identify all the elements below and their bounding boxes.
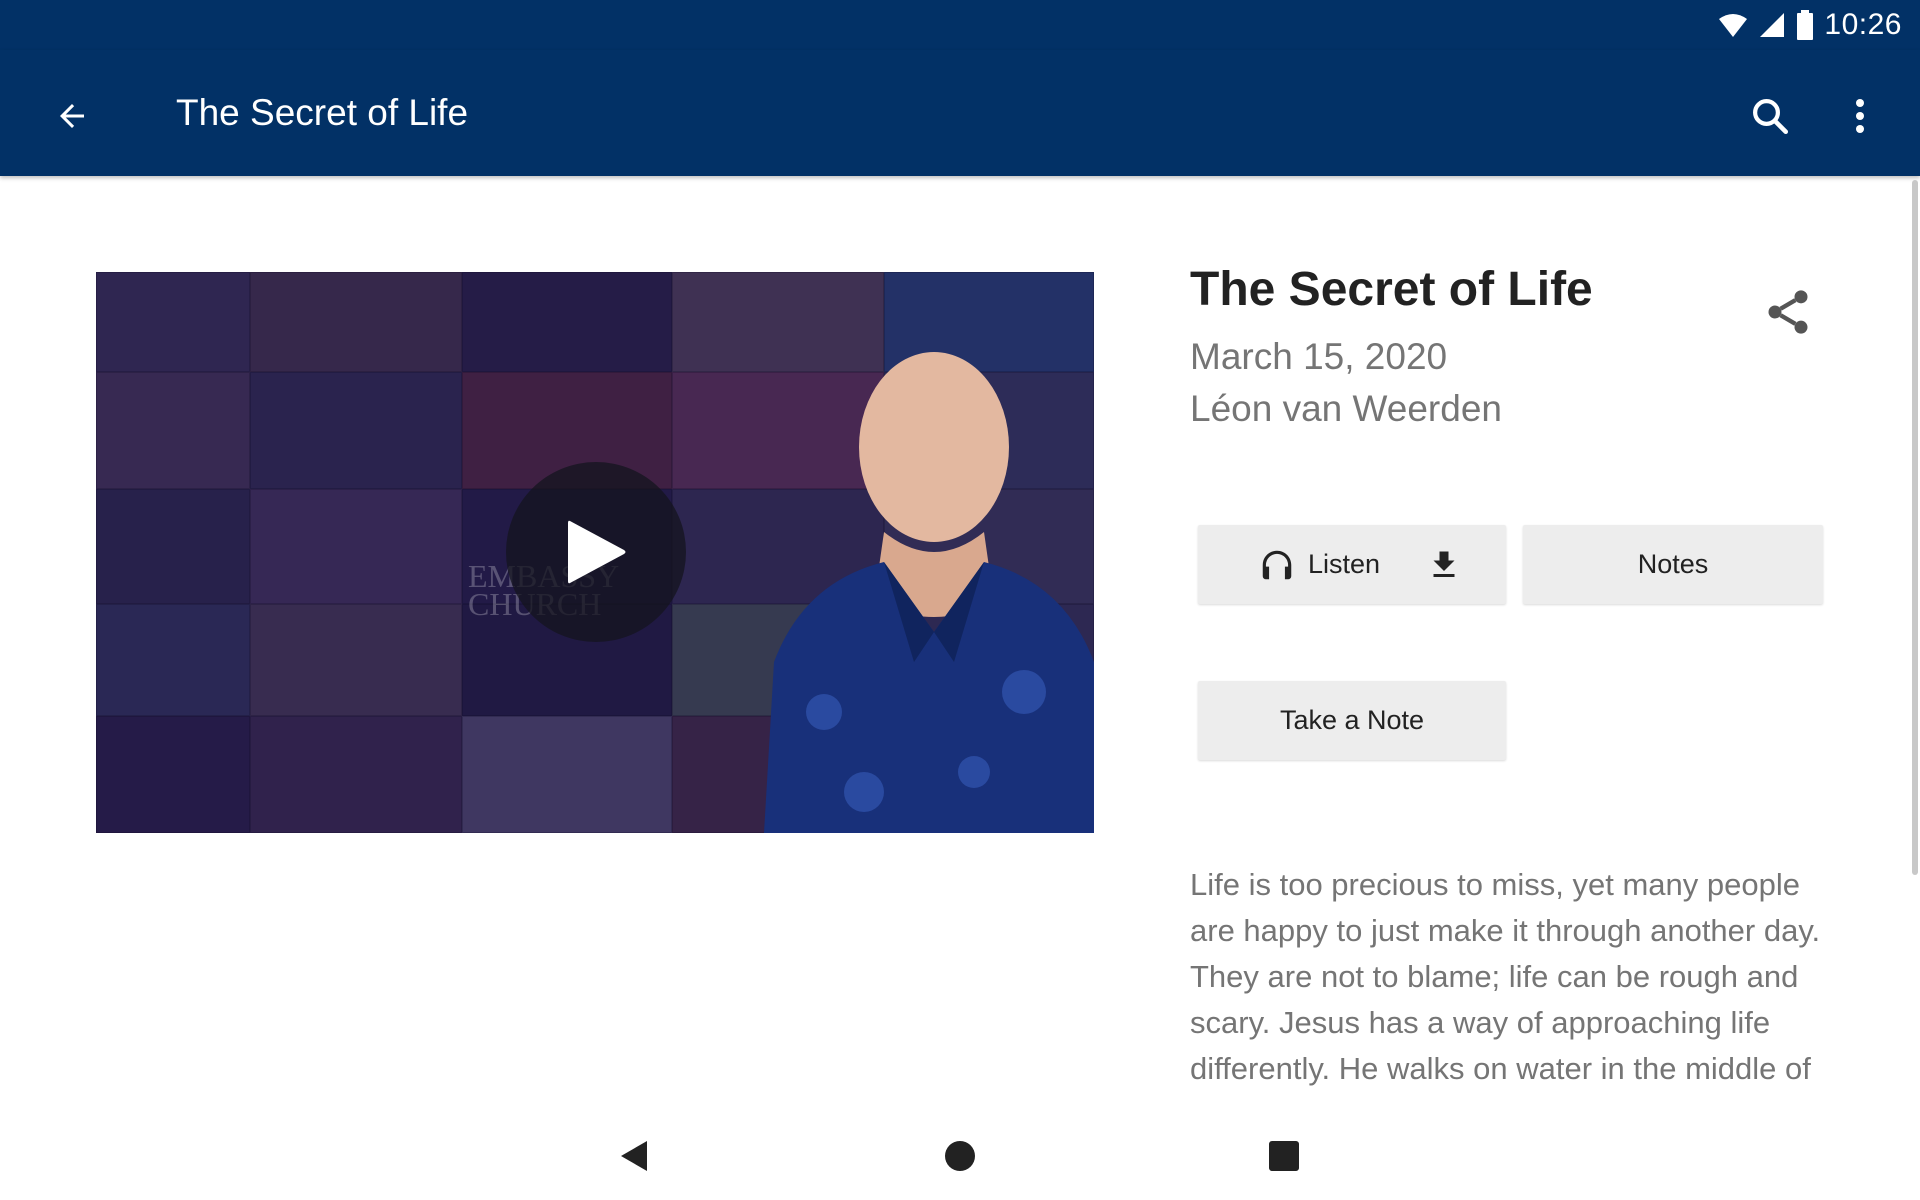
sermon-date: March 15, 2020 xyxy=(1190,336,1448,377)
notes-button[interactable]: Notes xyxy=(1523,525,1823,604)
more-options-button[interactable] xyxy=(1832,88,1888,144)
headphones-icon xyxy=(1258,546,1296,584)
more-vert-icon xyxy=(1856,99,1864,133)
app-bar-title: The Secret of Life xyxy=(176,92,469,133)
nav-home-button[interactable] xyxy=(932,1128,988,1184)
nav-back-icon xyxy=(621,1141,647,1171)
nav-recents-icon xyxy=(1269,1141,1299,1171)
back-arrow-icon xyxy=(60,104,84,128)
search-icon xyxy=(1753,99,1789,135)
nav-home-icon xyxy=(945,1141,975,1171)
nav-recents-button[interactable] xyxy=(1256,1128,1312,1184)
speaker-photo xyxy=(764,352,1094,833)
listen-button[interactable]: Listen xyxy=(1198,525,1506,604)
status-bar: 10:26 xyxy=(0,0,1920,50)
take-note-label: Take a Note xyxy=(1279,705,1425,735)
sermon-speaker: Léon van Weerden xyxy=(1190,388,1502,429)
notes-label: Notes xyxy=(1637,549,1709,579)
battery-icon xyxy=(1797,10,1814,40)
play-icon xyxy=(568,520,626,584)
system-nav-bar xyxy=(0,1108,1920,1200)
back-button[interactable] xyxy=(44,88,100,144)
nav-back-button[interactable] xyxy=(606,1128,662,1184)
sermon-title: The Secret of Life xyxy=(1190,263,1593,316)
wifi-icon xyxy=(1719,14,1748,37)
share-button[interactable] xyxy=(1756,280,1820,344)
status-icons: 10:26 xyxy=(1718,8,1902,42)
app-bar: The Secret of Life xyxy=(0,50,1920,176)
play-button[interactable] xyxy=(506,462,686,642)
search-button[interactable] xyxy=(1742,88,1798,144)
share-icon xyxy=(1768,290,1808,334)
listen-label: Listen xyxy=(1308,549,1381,579)
sermon-description: Life is too precious to miss, yet many p… xyxy=(1190,867,1821,1098)
take-note-button[interactable]: Take a Note xyxy=(1198,681,1506,760)
signal-icon xyxy=(1760,13,1785,37)
download-icon[interactable] xyxy=(1426,547,1462,583)
video-thumbnail[interactable]: EMBASSY CHURCH xyxy=(96,272,1094,833)
status-time: 10:26 xyxy=(1824,8,1902,41)
scrollbar[interactable] xyxy=(1912,180,1918,875)
